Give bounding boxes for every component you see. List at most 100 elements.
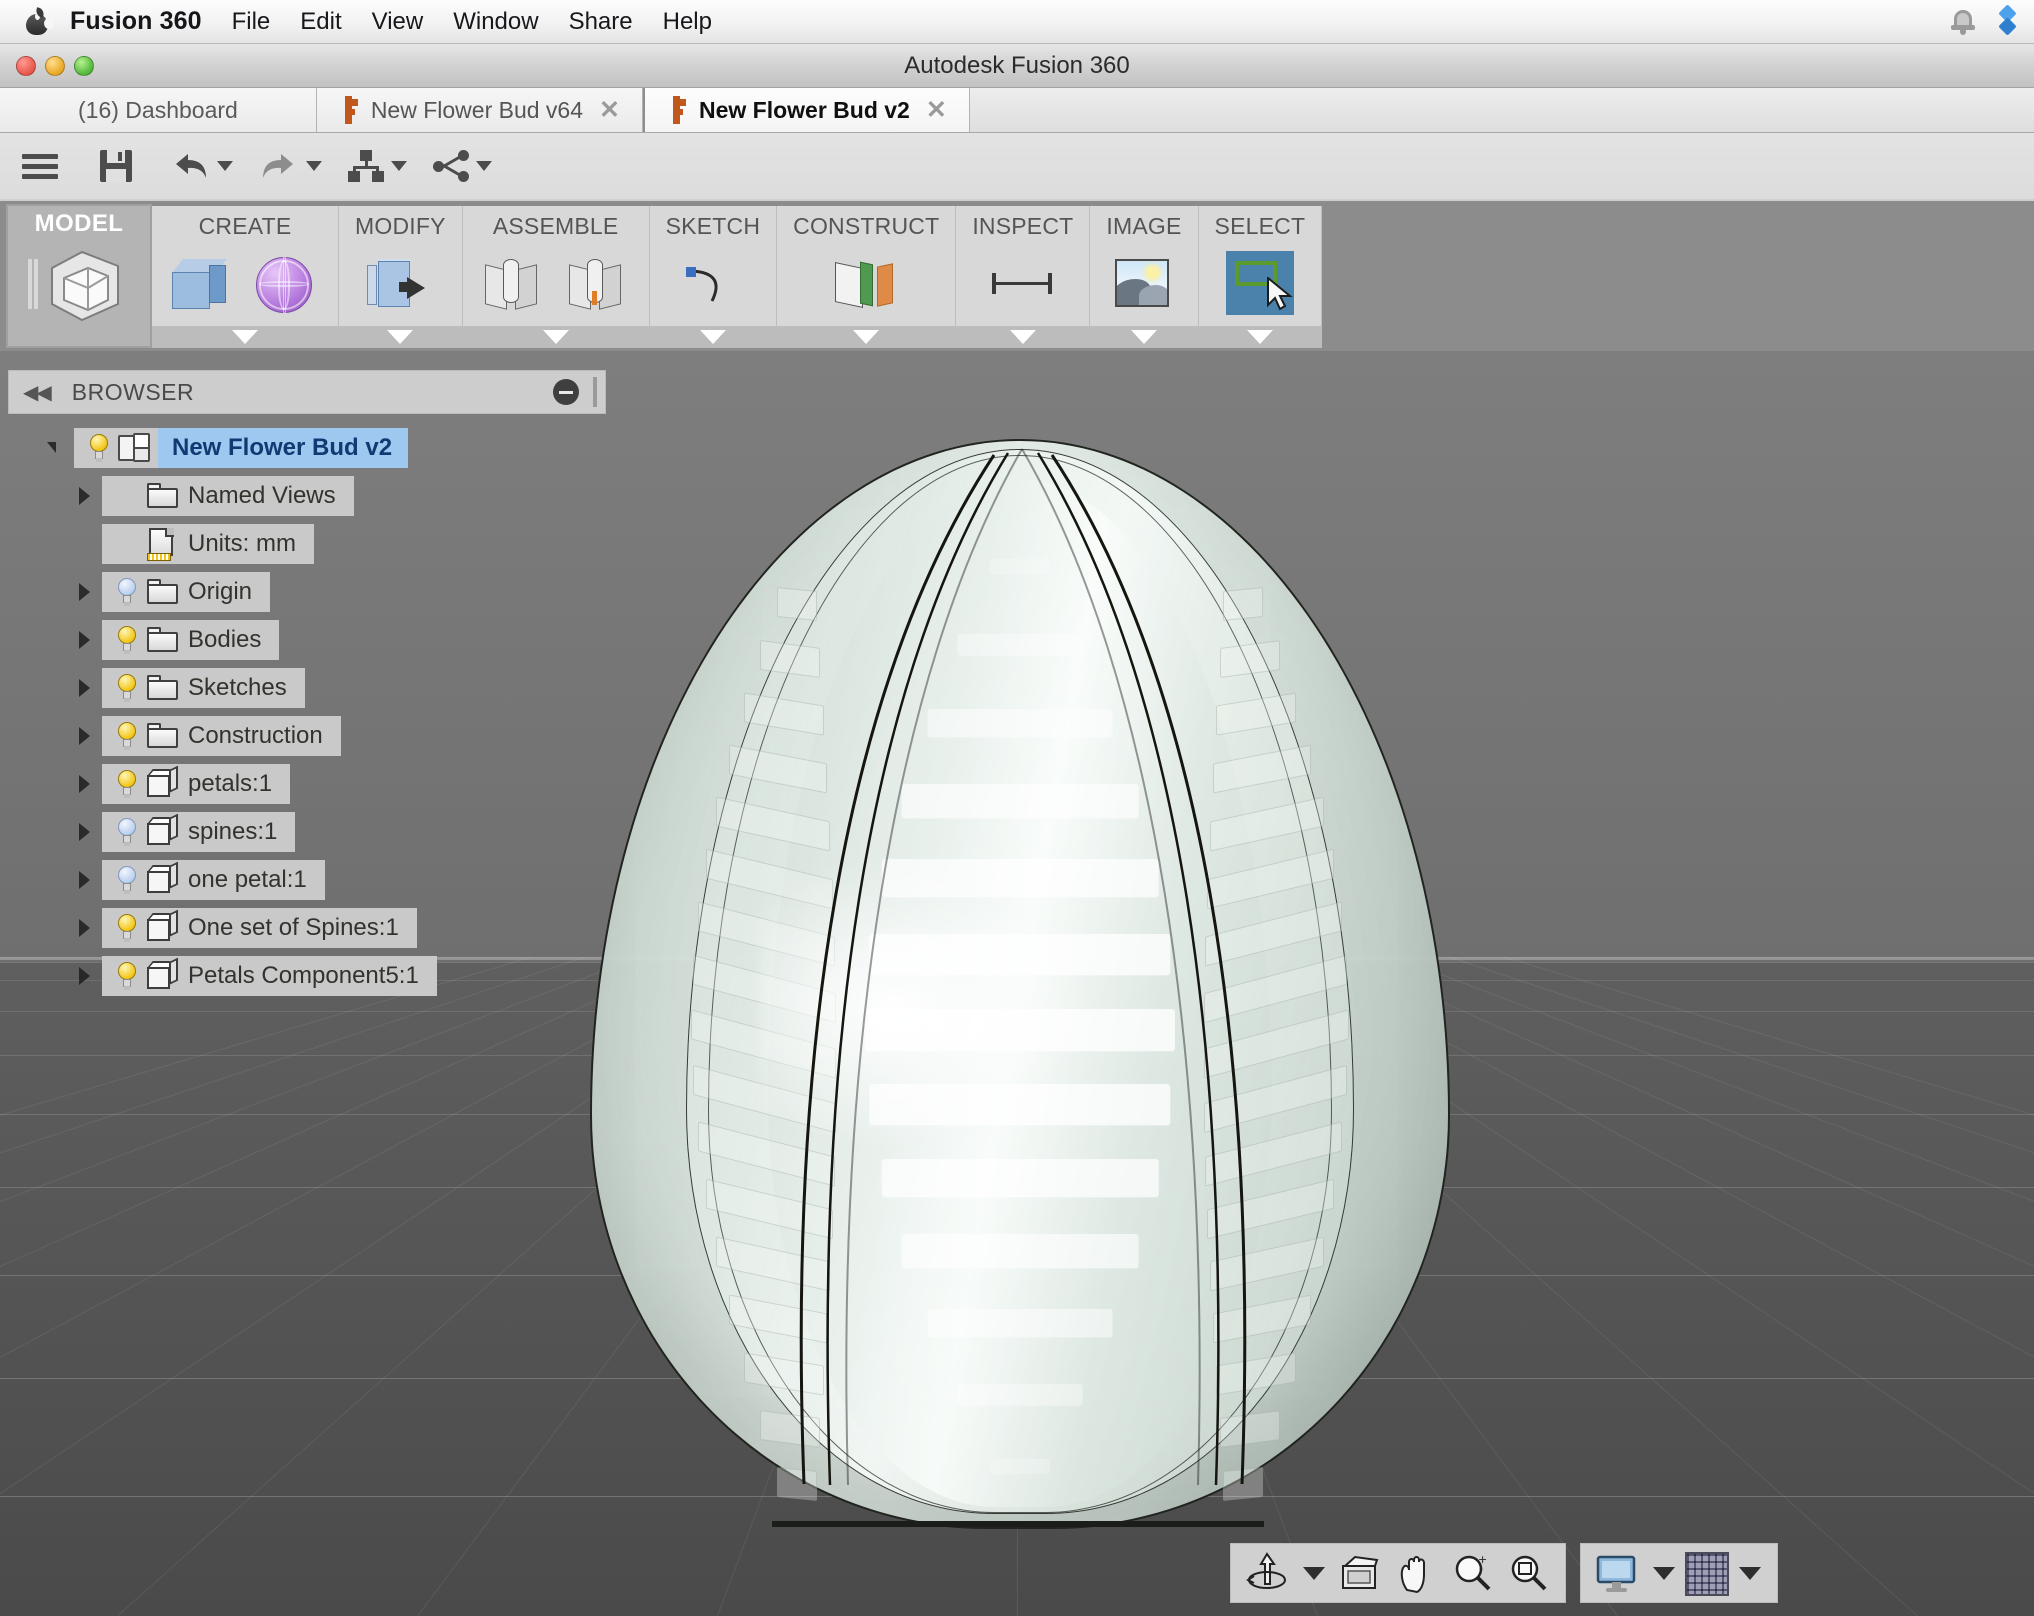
grid-settings-icon[interactable] (1685, 1551, 1729, 1596)
ribbon-panel-inspect-dropdown[interactable] (956, 326, 1090, 348)
grid-settings-dropdown-caret-icon[interactable] (1739, 1566, 1761, 1580)
measure-icon[interactable] (986, 247, 1060, 319)
view-navigation-bar: + - (1230, 1543, 1778, 1603)
undo-icon[interactable] (170, 150, 210, 182)
tree-item-label: One set of Spines:1 (188, 914, 399, 941)
tab-close-icon[interactable]: ✕ (926, 97, 947, 123)
redo-dropdown-caret-icon[interactable] (306, 161, 322, 171)
mac-menu-view[interactable]: View (372, 8, 424, 36)
diamond-icon[interactable] (1994, 3, 2022, 38)
mac-menu-app-name[interactable]: Fusion 360 (70, 7, 202, 36)
ribbon-panel-image: IMAGE (1090, 206, 1199, 348)
tab-dashboard[interactable]: (16) Dashboard (0, 88, 317, 132)
light-bulb-icon[interactable] (110, 623, 144, 657)
zoom-icon[interactable]: + - (1447, 1550, 1499, 1596)
relationships-dropdown-caret-icon[interactable] (391, 161, 407, 171)
browser-tree-item-one-petal-1[interactable]: one petal:1 (0, 856, 640, 904)
ribbon-panel-assemble-dropdown[interactable] (462, 326, 649, 348)
tree-expand-arrow-icon[interactable] (74, 629, 96, 651)
apple-logo-icon[interactable] (24, 6, 54, 37)
tree-item-label: Sketches (188, 674, 287, 701)
box-icon[interactable] (166, 247, 240, 319)
tree-item-content: Bodies (102, 620, 280, 660)
browser-tree-item-bodies[interactable]: Bodies (0, 616, 640, 664)
browser-tree-item-spines-1[interactable]: spines:1 (0, 808, 640, 856)
mac-menu-share[interactable]: Share (569, 8, 633, 36)
light-bulb-icon[interactable] (110, 959, 144, 993)
browser-tree-item-one-set-of-spines-1[interactable]: One set of Spines:1 (0, 904, 640, 952)
share-icon[interactable] (433, 150, 469, 182)
browser-tree-item-origin[interactable]: Origin (0, 568, 640, 616)
browser-tree-item-named-views[interactable]: Named Views (0, 472, 640, 520)
menu-hamburger-icon[interactable] (22, 149, 58, 184)
tree-expand-arrow-icon[interactable] (74, 773, 96, 795)
share-dropdown-caret-icon[interactable] (476, 161, 492, 171)
orbit-icon[interactable] (1241, 1550, 1293, 1596)
canvas-icon[interactable] (1107, 247, 1181, 319)
flower-bud-model[interactable] (590, 439, 1450, 1529)
tree-expand-arrow-icon[interactable] (74, 821, 96, 843)
tree-expand-arrow-icon[interactable] (74, 581, 96, 603)
browser-tree-item-new-flower-bud-v2[interactable]: New Flower Bud v2 (0, 424, 640, 472)
sphere-icon[interactable] (250, 247, 324, 319)
light-bulb-icon[interactable] (110, 815, 144, 849)
pan-icon[interactable] (1391, 1550, 1443, 1596)
tab-new-flower-bud-v64[interactable]: New Flower Bud v64 ✕ (316, 88, 643, 132)
browser-tree-item-construction[interactable]: Construction (0, 712, 640, 760)
light-bulb-icon[interactable] (110, 719, 144, 753)
tree-expand-arrow-icon[interactable] (74, 677, 96, 699)
save-icon[interactable] (100, 150, 132, 182)
minus-circle-icon[interactable] (553, 379, 579, 405)
press-pull-icon[interactable] (363, 247, 437, 319)
light-bulb-icon[interactable] (110, 911, 144, 945)
select-window-icon[interactable] (1223, 247, 1297, 319)
ribbon-panel-sketch-dropdown[interactable] (649, 326, 777, 348)
browser-tree: New Flower Bud v2 Named Views Units: mm Or… (0, 424, 640, 1000)
mac-menu-help[interactable]: Help (663, 8, 712, 36)
browser-resize-grip[interactable] (593, 377, 597, 407)
tree-expand-arrow-icon[interactable] (74, 869, 96, 891)
tree-expand-arrow-icon[interactable] (74, 725, 96, 747)
orbit-dropdown-caret-icon[interactable] (1303, 1566, 1325, 1580)
light-bulb-icon[interactable] (110, 671, 144, 705)
redo-icon[interactable] (259, 150, 299, 182)
ribbon-panel-select: SELECT (1198, 206, 1323, 348)
display-settings-dropdown-caret-icon[interactable] (1653, 1566, 1675, 1580)
ribbon-panel-select-dropdown[interactable] (1198, 326, 1322, 348)
joint-icon[interactable] (477, 247, 551, 319)
light-bulb-icon[interactable] (110, 575, 144, 609)
ribbon-panel-create-dropdown[interactable] (152, 326, 338, 348)
undo-dropdown-caret-icon[interactable] (217, 161, 233, 171)
ribbon-panel-construct-dropdown[interactable] (777, 326, 956, 348)
tree-expand-arrow-icon[interactable] (46, 437, 68, 459)
light-bulb-icon[interactable] (82, 431, 116, 465)
mac-menu-window[interactable]: Window (453, 8, 538, 36)
browser-tree-item-units-mm[interactable]: Units: mm (0, 520, 640, 568)
display-settings-icon[interactable] (1591, 1550, 1643, 1596)
ribbon-panel-sketch: SKETCH (649, 206, 778, 348)
mac-menu-file[interactable]: File (232, 8, 271, 36)
tree-expand-arrow-icon[interactable] (74, 917, 96, 939)
light-bulb-icon[interactable] (110, 767, 144, 801)
light-bulb-icon[interactable] (110, 863, 144, 897)
relationships-icon[interactable] (348, 150, 384, 182)
browser-tree-item-sketches[interactable]: Sketches (0, 664, 640, 712)
workspace-switcher-model[interactable]: MODEL (6, 204, 152, 348)
browser-tree-item-petals-1[interactable]: petals:1 (0, 760, 640, 808)
browser-tree-item-petals-component5-1[interactable]: Petals Component5:1 (0, 952, 640, 1000)
tree-expand-arrow-icon[interactable] (74, 533, 96, 555)
tree-expand-arrow-icon[interactable] (74, 965, 96, 987)
tab-close-icon[interactable]: ✕ (599, 97, 620, 123)
ribbon-panel-modify-dropdown[interactable] (339, 326, 462, 348)
tree-expand-arrow-icon[interactable] (74, 485, 96, 507)
bell-icon[interactable] (1950, 7, 1976, 37)
tab-new-flower-bud-v2[interactable]: New Flower Bud v2 ✕ (642, 88, 970, 132)
browser-collapse-icon[interactable]: ◀◀ (23, 380, 52, 405)
ribbon-panel-image-dropdown[interactable] (1090, 326, 1198, 348)
as-built-joint-icon[interactable] (561, 247, 635, 319)
mac-menu-edit[interactable]: Edit (300, 8, 341, 36)
offset-plane-icon[interactable] (829, 247, 903, 319)
fit-icon[interactable] (1503, 1550, 1555, 1596)
look-at-icon[interactable] (1335, 1550, 1387, 1596)
spline-icon[interactable] (676, 247, 750, 319)
